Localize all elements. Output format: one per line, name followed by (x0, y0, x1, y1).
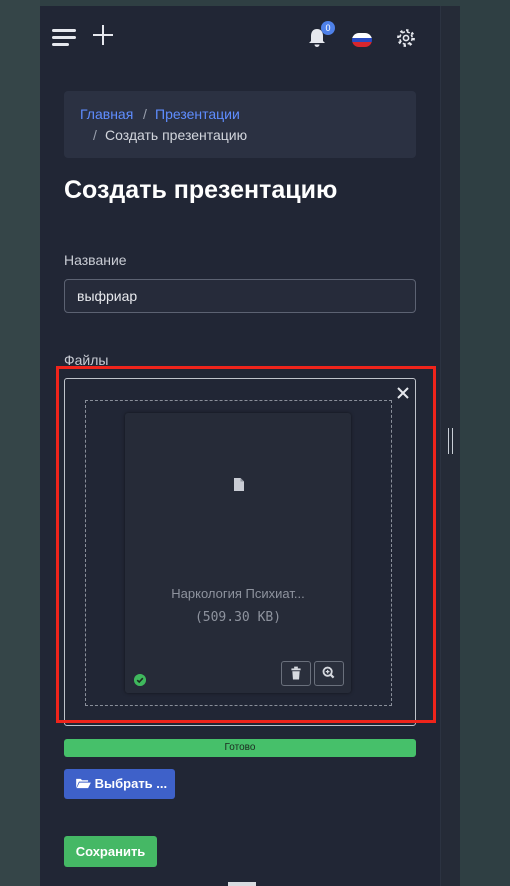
zoom-file-button[interactable] (314, 661, 344, 686)
name-label: Название (64, 252, 127, 268)
breadcrumb-home-link[interactable]: Главная (80, 106, 133, 122)
language-flag-icon[interactable] (352, 33, 372, 47)
right-background (460, 0, 510, 886)
breadcrumb-current: Создать презентацию (105, 127, 248, 143)
breadcrumb-separator: / (93, 127, 97, 143)
file-icon (234, 478, 244, 491)
resize-handle[interactable] (448, 428, 453, 454)
choose-files-label: Выбрать ... (94, 776, 168, 791)
files-label: Файлы (64, 352, 109, 368)
trash-icon (291, 666, 301, 680)
home-indicator (228, 882, 256, 886)
notification-badge: 0 (321, 21, 335, 35)
left-background (0, 0, 40, 886)
name-input[interactable] (64, 279, 416, 313)
file-size: (509.30 KB) (194, 610, 282, 625)
choose-files-button[interactable]: Выбрать ... (64, 769, 175, 799)
folder-open-icon (76, 778, 91, 789)
gear-icon[interactable] (396, 28, 416, 48)
file-thumbnail (125, 413, 351, 693)
menu-icon[interactable] (52, 28, 76, 48)
save-button[interactable]: Сохранить (64, 836, 157, 867)
breadcrumb-presentations-link[interactable]: Презентации (155, 106, 240, 122)
upload-progress-bar: Готово (64, 739, 416, 757)
zoom-in-icon (322, 666, 335, 679)
breadcrumb-separator: / (143, 106, 147, 122)
app-window: 0 Главная / Презентации / Создать презен… (40, 6, 440, 886)
add-icon[interactable] (92, 24, 114, 46)
file-name: Наркология Психиат... (171, 586, 305, 601)
close-icon[interactable] (396, 386, 410, 400)
delete-file-button[interactable] (281, 661, 311, 686)
page-title: Создать презентацию (64, 176, 338, 204)
check-icon (134, 674, 146, 686)
breadcrumb: Главная / Презентации / Создать презента… (64, 91, 416, 158)
